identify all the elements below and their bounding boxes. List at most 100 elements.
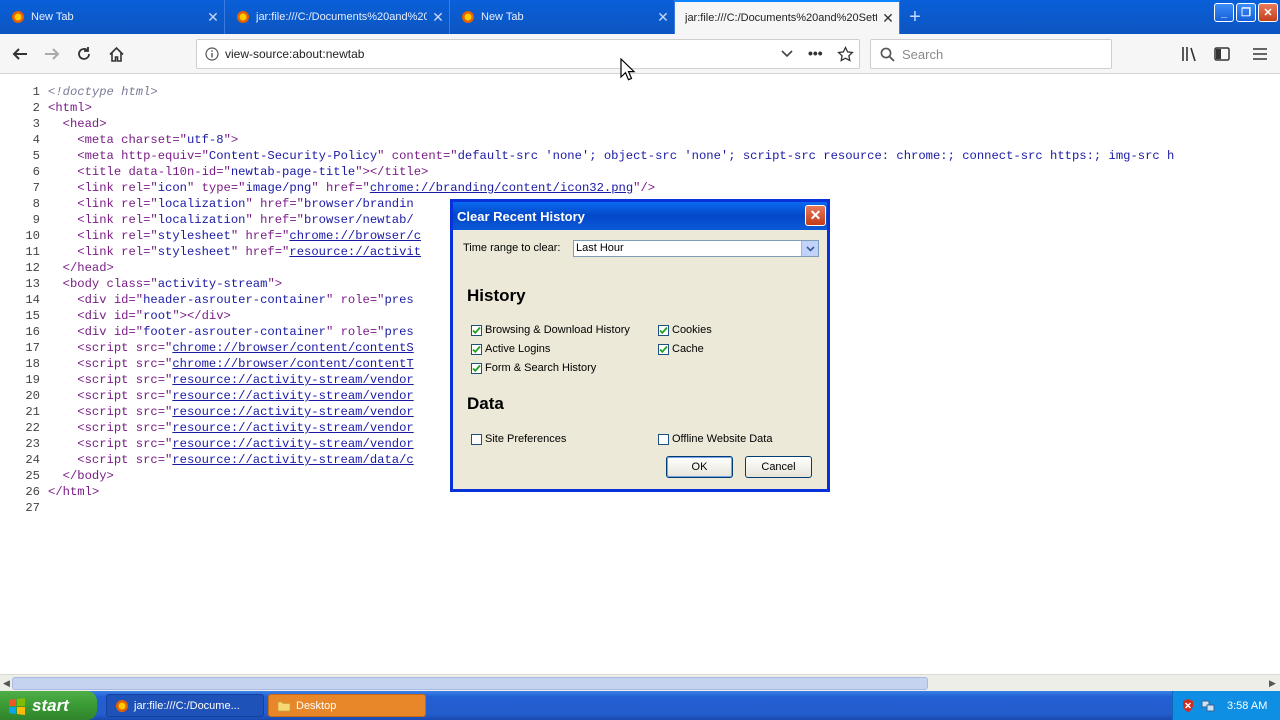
checkbox-box[interactable] <box>658 324 669 336</box>
checkbox-site-preferences[interactable]: Site Preferences <box>471 433 566 445</box>
source-link[interactable]: resource://activity-stream/vendor <box>172 421 413 435</box>
close-window-button[interactable]: ✕ <box>1258 3 1278 22</box>
scrollbar-thumb[interactable] <box>12 677 928 690</box>
source-line: 3 <head> <box>32 117 107 131</box>
back-arrow-icon <box>12 48 27 60</box>
source-link[interactable]: resource://activity-stream/data/c <box>172 453 413 467</box>
checkbox-label: Browsing & Download History <box>485 324 630 336</box>
checkbox-form-search-history[interactable]: Form & Search History <box>471 362 596 374</box>
dialog-body: Time range to clear: Last Hour History B… <box>453 230 827 489</box>
tab-jarfile-1[interactable]: jar:file:///C:/Documents%20and%20Setting… <box>225 0 450 34</box>
cancel-button[interactable]: Cancel <box>745 456 812 478</box>
source-link[interactable]: chrome://browser/content/contentT <box>172 357 413 371</box>
checkbox-offline-website-data[interactable]: Offline Website Data <box>658 433 772 445</box>
reload-icon <box>78 47 90 60</box>
taskbar-item-desktop[interactable]: Desktop <box>268 694 426 717</box>
back-button[interactable] <box>6 40 34 68</box>
close-icon[interactable]: ✕ <box>202 9 224 26</box>
checkbox-box[interactable] <box>471 343 482 355</box>
window-controls: _ ❐ ✕ <box>1214 3 1278 22</box>
source-line: 5 <meta http-equiv="Content-Security-Pol… <box>32 149 1175 163</box>
scroll-left-icon[interactable]: ◀ <box>1 677 12 690</box>
source-line: 1 <!doctype html> <box>32 85 158 99</box>
source-link[interactable]: resource://activity-stream/vendor <box>172 389 413 403</box>
url-bar[interactable]: view-source:about:newtab ••• <box>196 39 860 69</box>
horizontal-scrollbar[interactable]: ◀ ▶ <box>0 674 1280 692</box>
taskbar-item-label: jar:file:///C:/Docume... <box>134 699 240 712</box>
bookmark-star-icon[interactable] <box>837 46 854 63</box>
system-tray: 3:58 AM <box>1172 691 1280 720</box>
checkbox-label: Active Logins <box>485 343 551 355</box>
close-icon[interactable]: ✕ <box>652 9 674 26</box>
library-icon <box>1182 47 1196 62</box>
taskbar-item-browser[interactable]: jar:file:///C:/Docume... <box>106 694 264 717</box>
source-link[interactable]: chrome://branding/content/icon32.png <box>370 181 633 195</box>
checkbox-label: Cookies <box>672 324 712 336</box>
close-icon[interactable]: ✕ <box>877 10 899 27</box>
forward-arrow-icon <box>45 48 60 60</box>
reload-button[interactable] <box>70 40 98 68</box>
source-line: 4 <meta charset="utf-8"> <box>32 133 239 147</box>
minimize-button[interactable]: _ <box>1214 3 1234 22</box>
source-link[interactable]: resource://activit <box>289 245 421 259</box>
close-icon[interactable]: ✕ <box>427 9 449 26</box>
firefox-icon <box>235 10 250 25</box>
scroll-right-icon[interactable]: ▶ <box>1267 677 1278 690</box>
library-button[interactable] <box>1176 40 1204 68</box>
menu-button[interactable] <box>1246 40 1274 68</box>
checkbox-label: Offline Website Data <box>672 433 773 445</box>
security-shield-icon[interactable] <box>1181 698 1195 713</box>
start-button[interactable]: start <box>0 691 97 720</box>
checkmark-icon <box>472 345 481 353</box>
checkbox-box[interactable] <box>658 433 669 445</box>
checkmark-icon <box>472 326 481 334</box>
tab-newtab-2[interactable]: New Tab ✕ <box>450 0 675 34</box>
source-line: 2 <html> <box>32 101 92 115</box>
source-link[interactable]: resource://activity-stream/vendor <box>172 437 413 451</box>
time-range-select[interactable]: Last Hour <box>573 240 819 257</box>
dropdown-arrow-icon[interactable] <box>801 241 818 256</box>
checkbox-label: Site Preferences <box>485 433 567 445</box>
checkbox-browsing-history[interactable]: Browsing & Download History <box>471 324 630 336</box>
data-heading: Data <box>467 394 504 413</box>
source-link[interactable]: resource://activity-stream/vendor <box>172 373 413 387</box>
ok-button[interactable]: OK <box>666 456 733 478</box>
clear-history-dialog: Clear Recent History ✕ Time range to cle… <box>450 199 830 492</box>
chevron-down-icon[interactable] <box>781 49 793 59</box>
source-line: 6 <title data-l10n-id="newtab-page-title… <box>32 165 429 179</box>
time-range-value: Last Hour <box>576 242 624 254</box>
sidebar-icon <box>1214 47 1230 61</box>
home-button[interactable] <box>102 40 130 68</box>
taskbar-item-label: Desktop <box>296 699 337 712</box>
checkbox-box[interactable] <box>471 362 482 374</box>
tab-newtab-1[interactable]: New Tab ✕ <box>0 0 225 34</box>
history-heading: History <box>467 286 526 305</box>
tab-jarfile-2[interactable]: jar:file:///C:/Documents%20and%20Setting… <box>675 0 900 34</box>
checkbox-cookies[interactable]: Cookies <box>658 324 712 336</box>
restore-button[interactable]: ❐ <box>1236 3 1256 22</box>
source-link[interactable]: chrome://browser/c <box>289 229 421 243</box>
checkbox-box[interactable] <box>471 433 482 445</box>
firefox-icon <box>460 10 475 25</box>
checkbox-box[interactable] <box>658 343 669 355</box>
search-input: Search <box>902 47 944 62</box>
info-icon <box>205 47 219 61</box>
search-bar[interactable]: Search <box>870 39 1112 69</box>
source-link[interactable]: resource://activity-stream/vendor <box>172 405 413 419</box>
checkbox-cache[interactable]: Cache <box>658 343 704 355</box>
tab-label: jar:file:///C:/Documents%20and%20Setting… <box>685 12 877 24</box>
mouse-cursor-icon <box>620 58 636 81</box>
checkbox-active-logins[interactable]: Active Logins <box>471 343 550 355</box>
new-tab-button[interactable]: + <box>900 0 930 34</box>
forward-button[interactable] <box>38 40 66 68</box>
clock: 3:58 AM <box>1227 699 1268 712</box>
home-icon <box>108 46 124 62</box>
dialog-title-bar[interactable]: Clear Recent History ✕ <box>453 202 827 230</box>
nav-bar: view-source:about:newtab ••• Search <box>0 34 1280 74</box>
source-link[interactable]: chrome://browser/content/contentS <box>172 341 413 355</box>
page-actions-icon[interactable]: ••• <box>808 45 823 61</box>
network-icon[interactable] <box>1201 699 1215 713</box>
dialog-close-button[interactable]: ✕ <box>805 205 826 226</box>
sidebar-button[interactable] <box>1208 40 1236 68</box>
checkbox-box[interactable] <box>471 324 482 336</box>
